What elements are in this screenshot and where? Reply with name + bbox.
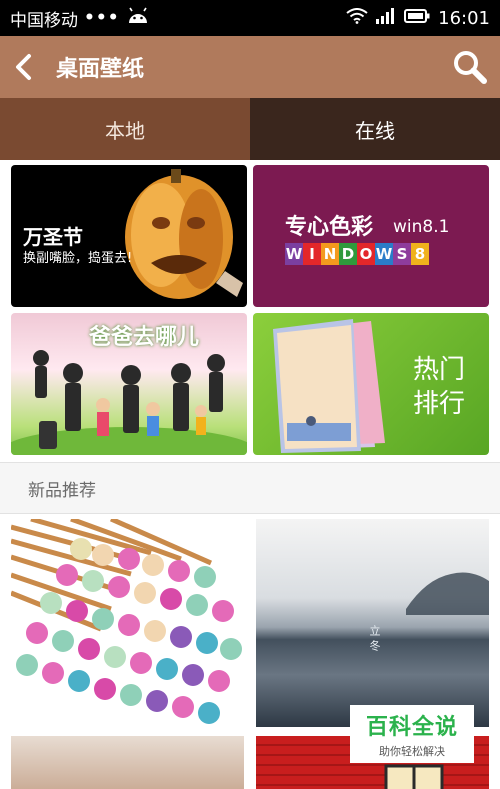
back-button[interactable] — [0, 36, 48, 98]
winter-caption: 立冬 — [368, 625, 381, 655]
windows-letter: O — [357, 243, 375, 265]
chevron-left-icon — [16, 54, 31, 80]
windows-word: W I N D O W S 8 — [285, 243, 429, 265]
windows-letter: D — [339, 243, 357, 265]
hot-ranking-label: 热门排行 — [413, 355, 466, 419]
wallpaper-thumb-winter[interactable]: 立冬 — [256, 519, 489, 727]
windows-letter: W — [285, 243, 303, 265]
carrier-info: 中国移动 ••• — [10, 6, 150, 31]
winter-lake-image — [406, 572, 489, 615]
windows-letter: 8 — [411, 243, 429, 265]
tab-online[interactable]: 在线 — [250, 98, 500, 160]
windows-letter: S — [393, 243, 411, 265]
baike-watermark: 百科全说 助你轻松解决 — [350, 705, 474, 763]
tab-bar: 本地 在线 — [0, 98, 500, 160]
halloween-subtitle: 换副嘴脸，捣蛋去! — [23, 251, 133, 266]
section-header-new: 新品推荐 — [0, 462, 500, 514]
wallpaper-thumb-matches[interactable] — [11, 519, 244, 727]
windows-version: win8.1 — [393, 217, 450, 237]
battery-icon — [404, 8, 430, 29]
search-button[interactable] — [440, 36, 500, 98]
status-right: 16:01 — [346, 7, 490, 29]
banner-hot-ranking[interactable]: 热门排行 — [253, 313, 489, 455]
matches-image — [11, 519, 242, 724]
wallpaper-thumb-sand[interactable] — [11, 736, 244, 789]
banner-halloween[interactable]: 万圣节 换副嘴脸，捣蛋去! — [11, 165, 247, 307]
dad-show-logo: 爸爸去哪儿 — [89, 325, 200, 350]
windows-title: 专心色彩 — [285, 215, 374, 240]
clock: 16:01 — [438, 7, 490, 29]
page-title: 桌面壁纸 — [56, 57, 145, 82]
windows-letter: W — [375, 243, 393, 265]
watermark-title: 百科全说 — [365, 715, 458, 740]
banner-windows[interactable]: 专心色彩 win8.1 W I N D O W S 8 — [253, 165, 489, 307]
banner-dad-show[interactable]: 爸爸去哪儿 — [11, 313, 247, 455]
tab-local[interactable]: 本地 — [0, 98, 250, 160]
watermark-subtitle: 助你轻松解决 — [379, 745, 445, 758]
carrier-name: 中国移动 — [10, 10, 78, 31]
halloween-title: 万圣节 — [23, 225, 83, 249]
windows-letter: I — [303, 243, 321, 265]
section-title: 新品推荐 — [28, 480, 96, 501]
search-icon — [454, 51, 487, 84]
notification-dots: ••• — [84, 8, 120, 28]
status-bar: 中国移动 ••• 16:01 — [0, 0, 500, 36]
windows-letter: N — [321, 243, 339, 265]
wifi-icon — [346, 7, 368, 29]
android-icon — [126, 7, 150, 30]
wallpaper-screen: 中国移动 ••• 16:01 桌面壁纸 本地 在线 万圣节 换副嘴脸，捣蛋去! … — [0, 0, 500, 789]
app-bar: 桌面壁纸 — [0, 36, 500, 98]
signal-icon — [376, 7, 396, 29]
